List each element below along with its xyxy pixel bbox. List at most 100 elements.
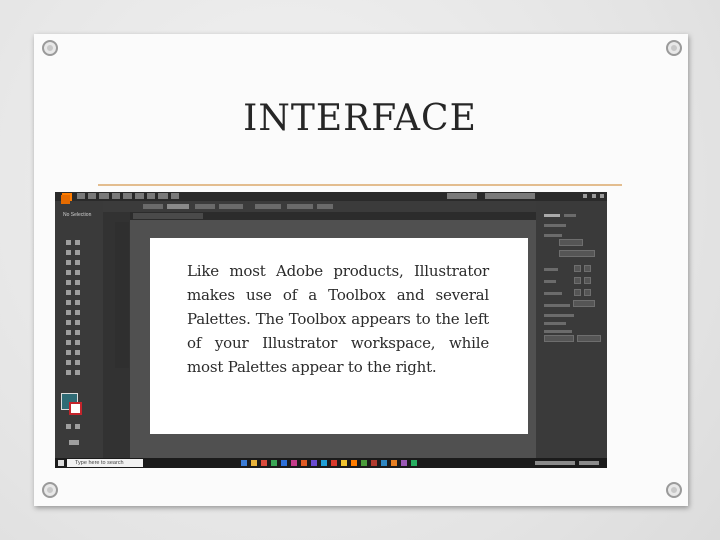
screen-mode-icon[interactable] (75, 424, 80, 429)
curvature-tool-icon[interactable] (75, 260, 80, 265)
menu-item[interactable] (123, 193, 132, 199)
taskbar-clock[interactable] (579, 461, 599, 465)
panel-button[interactable] (544, 335, 574, 342)
eraser-tool-icon[interactable] (75, 290, 80, 295)
control-bar-item[interactable] (219, 204, 243, 209)
workspace-switcher[interactable] (447, 193, 477, 199)
taskbar-app-icon[interactable] (251, 460, 257, 466)
slide-title: INTERFACE (243, 98, 477, 139)
title-divider (98, 184, 622, 186)
taskbar-search-placeholder: Type here to search (75, 460, 124, 466)
panel-row (544, 280, 556, 283)
free-transform-tool-icon[interactable] (75, 310, 80, 315)
windows-start-icon[interactable] (58, 460, 64, 466)
panel-icon-button[interactable] (574, 265, 581, 272)
taskbar-app-icon[interactable] (281, 460, 287, 466)
taskbar-app-icon[interactable] (291, 460, 297, 466)
close-icon[interactable] (600, 194, 604, 198)
taskbar-app-icon[interactable] (371, 460, 377, 466)
mesh-tool-icon[interactable] (66, 330, 71, 335)
control-bar-item[interactable] (287, 204, 313, 209)
taskbar-app-icon[interactable] (411, 460, 417, 466)
control-bar-item[interactable] (317, 204, 333, 209)
panel-dropdown[interactable] (559, 239, 583, 246)
scale-tool-icon[interactable] (75, 300, 80, 305)
taskbar-app-icon[interactable] (301, 460, 307, 466)
pen-tool-icon[interactable] (66, 260, 71, 265)
taskbar-app-icon[interactable] (391, 460, 397, 466)
maximize-icon[interactable] (592, 194, 596, 198)
selection-status: No Selection (63, 212, 92, 218)
lasso-tool-icon[interactable] (75, 250, 80, 255)
taskbar-app-icon[interactable] (271, 460, 277, 466)
search-help[interactable] (485, 193, 535, 199)
type-tool-icon[interactable] (66, 270, 71, 275)
taskbar-app-icon[interactable] (341, 460, 347, 466)
panel-icon-button[interactable] (574, 277, 581, 284)
menu-item[interactable] (158, 193, 168, 199)
magic-wand-tool-icon[interactable] (66, 250, 71, 255)
edit-toolbar-icon[interactable] (69, 440, 79, 445)
menu-item[interactable] (171, 193, 179, 199)
panel-row (544, 268, 558, 271)
pin-icon (666, 40, 682, 56)
slice-tool-icon[interactable] (75, 360, 80, 365)
panel-tab[interactable] (544, 214, 560, 217)
system-tray[interactable] (535, 461, 575, 465)
taskbar-app-icon[interactable] (321, 460, 327, 466)
taskbar-app-icon[interactable] (351, 460, 357, 466)
panel-icon-button[interactable] (584, 289, 591, 296)
pin-icon (666, 482, 682, 498)
graph-tool-icon[interactable] (75, 350, 80, 355)
symbol-sprayer-tool-icon[interactable] (66, 350, 71, 355)
taskbar-app-icon[interactable] (361, 460, 367, 466)
panel-icon-button[interactable] (574, 289, 581, 296)
panel-icon-button[interactable] (584, 277, 591, 284)
menu-item[interactable] (112, 193, 120, 199)
eyedropper-tool-icon[interactable] (66, 340, 71, 345)
stroke-color-swatch[interactable] (69, 402, 82, 415)
panel-icon-button[interactable] (584, 265, 591, 272)
menu-item[interactable] (135, 193, 144, 199)
minimize-icon[interactable] (583, 194, 587, 198)
control-bar-item[interactable] (255, 204, 281, 209)
menu-item[interactable] (147, 193, 155, 199)
menu-item[interactable] (99, 193, 109, 199)
taskbar-app-icon[interactable] (381, 460, 387, 466)
taskbar-app-icon[interactable] (261, 460, 267, 466)
taskbar-app-icon[interactable] (401, 460, 407, 466)
illustrator-logo-icon (61, 195, 70, 204)
document-tab[interactable] (133, 213, 203, 219)
control-bar-item[interactable] (195, 204, 215, 209)
line-tool-icon[interactable] (75, 270, 80, 275)
panel-dropdown[interactable] (573, 300, 595, 307)
drawing-mode-icon[interactable] (66, 424, 71, 429)
rectangle-tool-icon[interactable] (66, 280, 71, 285)
width-tool-icon[interactable] (66, 310, 71, 315)
menu-item[interactable] (77, 193, 85, 199)
panel-button[interactable] (577, 335, 601, 342)
menu-item[interactable] (88, 193, 96, 199)
perspective-grid-tool-icon[interactable] (75, 320, 80, 325)
taskbar-app-icon[interactable] (331, 460, 337, 466)
slide-body-text: Like most Adobe products, Illustrator ma… (187, 262, 489, 376)
toolbox (115, 222, 129, 368)
gradient-tool-icon[interactable] (75, 330, 80, 335)
blend-tool-icon[interactable] (75, 340, 80, 345)
paintbrush-tool-icon[interactable] (75, 280, 80, 285)
selection-tool-icon[interactable] (66, 240, 71, 245)
hand-tool-icon[interactable] (66, 370, 71, 375)
rotate-tool-icon[interactable] (66, 300, 71, 305)
control-bar-item[interactable] (143, 204, 163, 209)
shape-builder-tool-icon[interactable] (66, 320, 71, 325)
control-bar-item[interactable] (167, 204, 189, 209)
direct-selection-tool-icon[interactable] (75, 240, 80, 245)
panel-tab[interactable] (564, 214, 576, 217)
panel-button[interactable] (559, 250, 595, 257)
pencil-tool-icon[interactable] (66, 290, 71, 295)
taskbar-app-icon[interactable] (311, 460, 317, 466)
artboard-tool-icon[interactable] (66, 360, 71, 365)
zoom-tool-icon[interactable] (75, 370, 80, 375)
panel-row (544, 314, 574, 317)
taskbar-app-icon[interactable] (241, 460, 247, 466)
